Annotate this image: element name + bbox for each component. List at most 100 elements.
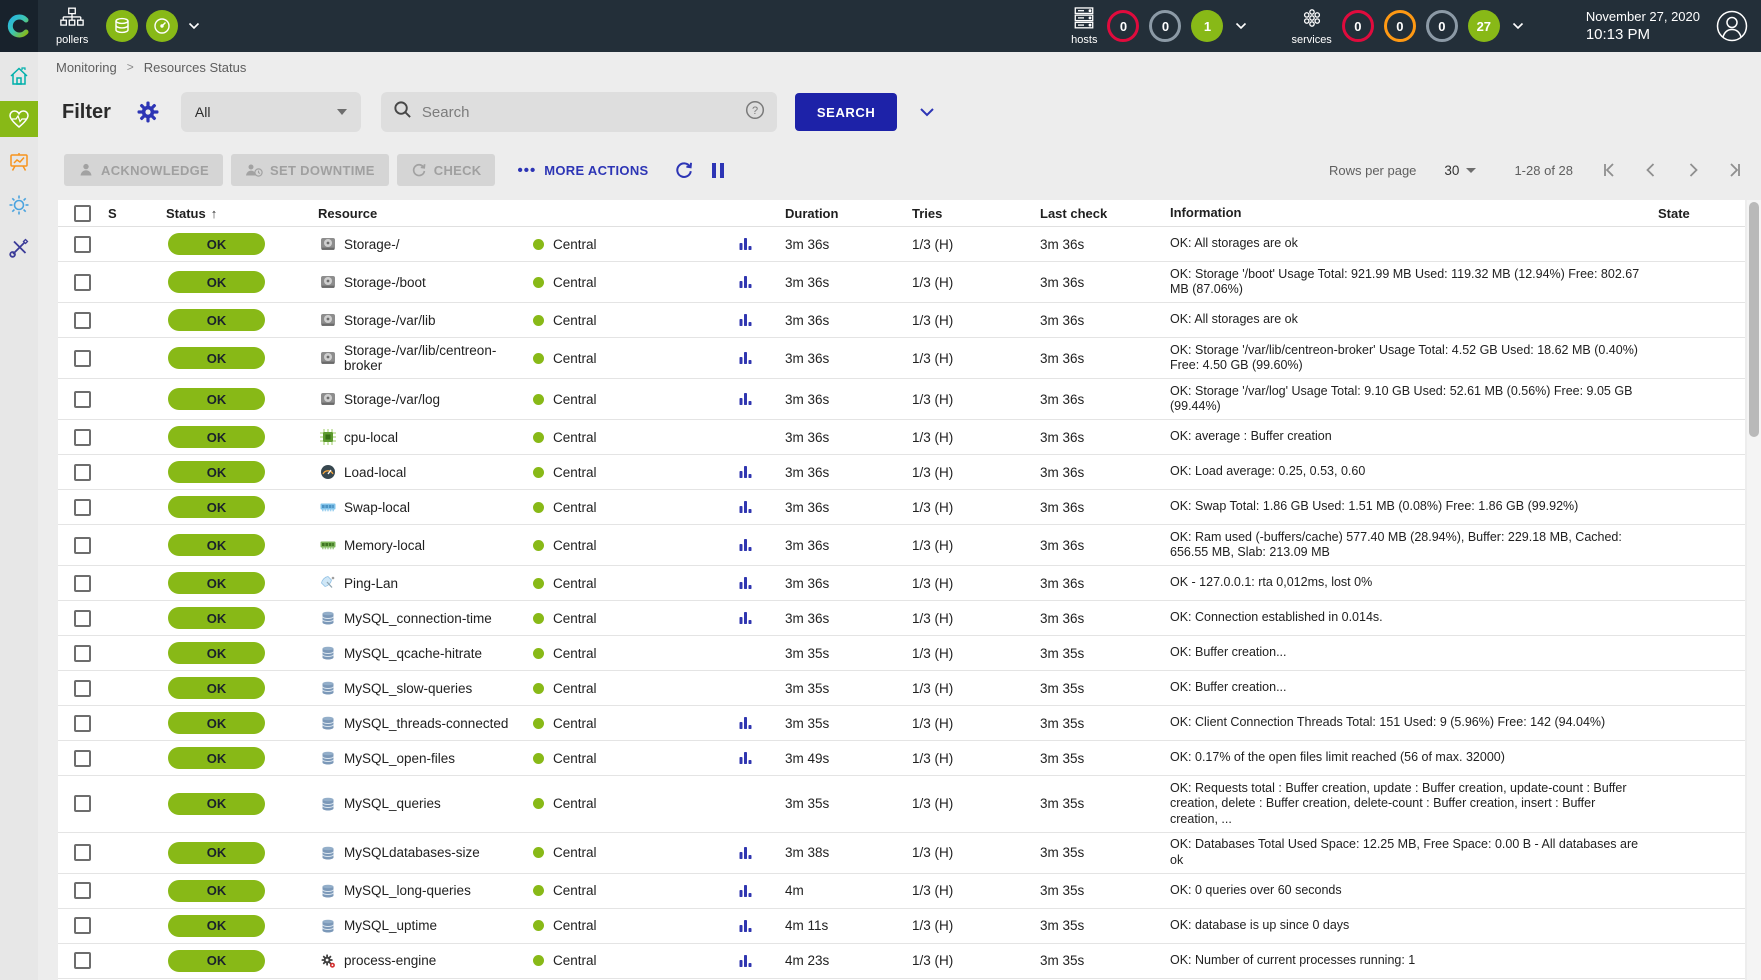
parent-name[interactable]: Central	[553, 716, 597, 731]
parent-name[interactable]: Central	[553, 883, 597, 898]
parent-name[interactable]: Central	[553, 576, 597, 591]
row-checkbox[interactable]	[74, 391, 91, 408]
sidebar-item-home[interactable]	[0, 58, 38, 94]
row-checkbox[interactable]	[74, 750, 91, 767]
status-badge[interactable]: OK	[168, 880, 265, 902]
parent-name[interactable]: Central	[553, 953, 597, 968]
select-all-checkbox[interactable]	[74, 205, 91, 222]
status-badge[interactable]: OK	[168, 426, 265, 448]
parent-name[interactable]: Central	[553, 392, 597, 407]
status-badge[interactable]: OK	[168, 496, 265, 518]
graph-icon[interactable]	[739, 500, 752, 514]
resource-name[interactable]: Ping-Lan	[344, 576, 398, 591]
scrollbar-thumb[interactable]	[1749, 202, 1759, 437]
set-downtime-button[interactable]: SET DOWNTIME	[231, 154, 389, 186]
rows-per-page-select[interactable]: 30	[1444, 163, 1476, 178]
hosts-chevron-down-icon[interactable]	[1235, 22, 1247, 30]
graph-icon[interactable]	[739, 611, 752, 625]
graph-icon[interactable]	[739, 392, 752, 406]
service-counter[interactable]: 27	[1468, 10, 1500, 42]
resource-name[interactable]: MySQL_slow-queries	[344, 681, 472, 696]
resource-name[interactable]: cpu-local	[344, 430, 398, 445]
row-checkbox[interactable]	[74, 312, 91, 329]
status-badge[interactable]: OK	[168, 842, 265, 864]
column-header-resource[interactable]: Resource	[298, 206, 533, 221]
resource-name[interactable]: Storage-/	[344, 237, 400, 252]
column-header-tries[interactable]: Tries	[908, 206, 1038, 221]
row-checkbox[interactable]	[74, 680, 91, 697]
table-row[interactable]: OKStorage-/Central3m 36s1/3 (H)3m 36sOK:…	[58, 227, 1745, 262]
column-header-duration[interactable]: Duration	[783, 206, 908, 221]
search-help-icon[interactable]: ?	[745, 100, 765, 125]
resource-name[interactable]: process-engine	[344, 953, 436, 968]
parent-name[interactable]: Central	[553, 465, 597, 480]
parent-name[interactable]: Central	[553, 646, 597, 661]
resource-name[interactable]: Storage-/boot	[344, 275, 426, 290]
resource-name[interactable]: Storage-/var/lib/centreon-broker	[344, 343, 533, 373]
resource-name[interactable]: Memory-local	[344, 538, 425, 553]
status-badge[interactable]: OK	[168, 534, 265, 556]
table-row[interactable]: OKMySQL_threads-connectedCentral3m 35s1/…	[58, 706, 1745, 741]
sidebar-item-administration-tools[interactable]	[0, 230, 38, 266]
resource-name[interactable]: Load-local	[344, 465, 406, 480]
row-checkbox[interactable]	[74, 882, 91, 899]
graph-icon[interactable]	[739, 351, 752, 365]
parent-name[interactable]: Central	[553, 500, 597, 515]
table-row[interactable]: OKprocess-engineCentral4m 23s1/3 (H)3m 3…	[58, 944, 1745, 979]
table-row[interactable]: OKStorage-/var/logCentral3m 36s1/3 (H)3m…	[58, 379, 1745, 420]
poller-chevron-down-icon[interactable]	[188, 22, 200, 30]
status-badge[interactable]: OK	[168, 461, 265, 483]
parent-name[interactable]: Central	[553, 351, 597, 366]
parent-name[interactable]: Central	[553, 611, 597, 626]
column-header-state[interactable]: State	[1648, 206, 1745, 221]
service-counter[interactable]: 0	[1426, 10, 1458, 42]
row-checkbox[interactable]	[74, 429, 91, 446]
column-header-information[interactable]: Information	[1168, 205, 1648, 221]
resource-name[interactable]: MySQL_long-queries	[344, 883, 471, 898]
centreon-logo[interactable]	[0, 0, 38, 52]
status-badge[interactable]: OK	[168, 793, 265, 815]
row-checkbox[interactable]	[74, 610, 91, 627]
search-button[interactable]: SEARCH	[795, 93, 898, 131]
status-badge[interactable]: OK	[168, 915, 265, 937]
parent-name[interactable]: Central	[553, 751, 597, 766]
parent-name[interactable]: Central	[553, 845, 597, 860]
services-chevron-down-icon[interactable]	[1512, 22, 1524, 30]
table-row[interactable]: OKMySQL_open-filesCentral3m 49s1/3 (H)3m…	[58, 741, 1745, 776]
resource-name[interactable]: MySQLdatabases-size	[344, 845, 480, 860]
host-counter[interactable]: 1	[1191, 10, 1223, 42]
row-checkbox[interactable]	[74, 795, 91, 812]
table-row[interactable]: OKMySQLdatabases-sizeCentral3m 38s1/3 (H…	[58, 833, 1745, 874]
parent-name[interactable]: Central	[553, 538, 597, 553]
latency-gauge-icon[interactable]	[146, 10, 178, 42]
pollers-menu[interactable]: pollers	[56, 7, 88, 46]
host-counter[interactable]: 0	[1149, 10, 1181, 42]
search-input[interactable]	[422, 104, 735, 121]
previous-page-button[interactable]	[1641, 160, 1661, 180]
host-counter[interactable]: 0	[1107, 10, 1139, 42]
resource-name[interactable]: Swap-local	[344, 500, 410, 515]
check-button[interactable]: CHECK	[397, 154, 496, 186]
status-badge[interactable]: OK	[168, 309, 265, 331]
resource-name[interactable]: MySQL_queries	[344, 796, 441, 811]
graph-icon[interactable]	[739, 884, 752, 898]
table-row[interactable]: OKStorage-/bootCentral3m 36s1/3 (H)3m 36…	[58, 262, 1745, 303]
status-badge[interactable]: OK	[168, 747, 265, 769]
table-row[interactable]: OKMySQL_connection-timeCentral3m 36s1/3 …	[58, 601, 1745, 636]
row-checkbox[interactable]	[74, 844, 91, 861]
parent-name[interactable]: Central	[553, 681, 597, 696]
user-profile-button[interactable]	[1716, 10, 1748, 42]
status-badge[interactable]: OK	[168, 712, 265, 734]
table-row[interactable]: OKMySQL_uptimeCentral4m 11s1/3 (H)3m 35s…	[58, 909, 1745, 944]
row-checkbox[interactable]	[74, 464, 91, 481]
resource-name[interactable]: Storage-/var/log	[344, 392, 440, 407]
resource-name[interactable]: MySQL_open-files	[344, 751, 455, 766]
resource-name[interactable]: MySQL_connection-time	[344, 611, 492, 626]
service-counter[interactable]: 0	[1384, 10, 1416, 42]
first-page-button[interactable]	[1599, 160, 1619, 180]
graph-icon[interactable]	[739, 751, 752, 765]
refresh-button[interactable]	[674, 160, 694, 180]
parent-name[interactable]: Central	[553, 237, 597, 252]
row-checkbox[interactable]	[74, 952, 91, 969]
services-menu[interactable]: services	[1291, 7, 1331, 46]
